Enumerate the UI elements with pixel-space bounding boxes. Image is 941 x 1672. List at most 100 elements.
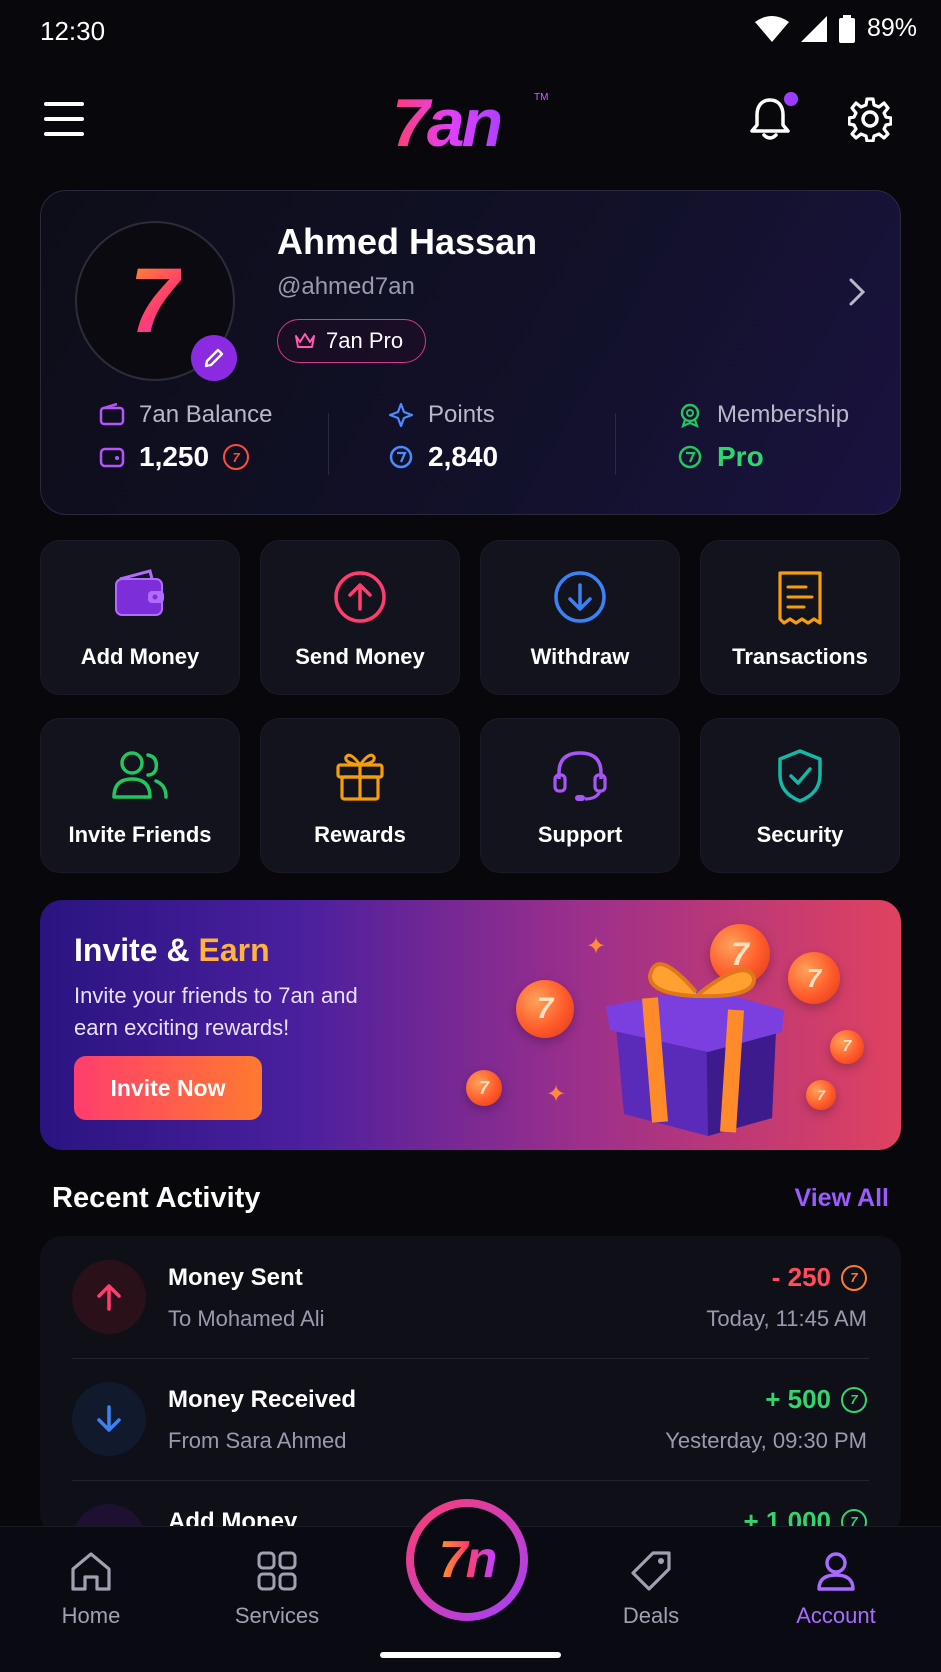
arrow-down-icon	[97, 1405, 121, 1432]
banner-title: Invite & Earn	[74, 932, 270, 968]
nav-deals-label: Deals	[622, 1603, 680, 1628]
logo-trademark: TM	[534, 92, 549, 103]
nav-services[interactable]: Services	[202, 1527, 352, 1647]
coin-icon: 7	[830, 1030, 864, 1064]
user-icon	[817, 1552, 855, 1591]
coin-icon: 7	[223, 444, 250, 470]
activity-title: Money Received	[168, 1386, 357, 1413]
stat-balance[interactable]: 7an Balance 1,250 7	[41, 401, 328, 501]
view-all-link[interactable]: View All	[795, 1184, 889, 1213]
stat-membership-value: Pro	[717, 441, 764, 472]
home-indicator[interactable]	[380, 1652, 561, 1658]
battery-percent: 89%	[866, 14, 917, 42]
coin-icon: 7	[841, 1264, 867, 1291]
chevron-right-icon[interactable]	[847, 277, 867, 307]
home-icon	[71, 1552, 111, 1591]
status-time: 12:30	[40, 16, 106, 46]
notification-dot	[784, 92, 798, 106]
stat-points-label: Points	[428, 401, 495, 428]
crown-icon	[295, 333, 315, 348]
activity-date: Yesterday, 09:30 PM	[665, 1428, 867, 1453]
recent-activity-title: Recent Activity	[52, 1182, 261, 1214]
activity-date: Today, 11:45 AM	[706, 1306, 867, 1331]
rewards-tile[interactable]: Rewards	[260, 718, 460, 873]
arrow-down-circle-icon	[554, 571, 606, 623]
pro-icon	[678, 445, 702, 469]
badge-icon	[680, 403, 700, 428]
receipt-icon	[778, 571, 822, 625]
nav-deals[interactable]: Deals	[576, 1527, 726, 1647]
tile-label: Withdraw	[530, 644, 630, 669]
invite-banner[interactable]: Invite & Earn Invite your friends to 7an…	[40, 900, 901, 1150]
stat-points-value: 2,840	[428, 441, 499, 472]
add-money-tile[interactable]: Add Money	[40, 540, 240, 695]
profile-card[interactable]: 7 Ahmed Hassan @ahmed7an 7an Pro 7an Bal…	[40, 190, 901, 515]
shield-icon	[778, 749, 822, 803]
coin-icon: 7	[806, 1080, 836, 1110]
fab-logo: 7n	[438, 1531, 498, 1589]
recent-activity-list: Money Sent To Mohamed Ali - 250 7 Today,…	[40, 1236, 901, 1536]
tile-label: Support	[537, 822, 623, 847]
pencil-icon	[204, 348, 224, 368]
menu-icon[interactable]	[44, 102, 84, 136]
home-fab-button[interactable]: 7n	[410, 1503, 524, 1617]
activity-icon	[72, 1382, 146, 1456]
tile-label: Rewards	[314, 822, 406, 847]
sparkle-icon: ✦	[546, 1081, 567, 1108]
invite-friends-tile[interactable]: Invite Friends	[40, 718, 240, 873]
signal-icon	[800, 15, 827, 42]
sparkle-icon	[388, 402, 414, 428]
security-tile[interactable]: Security	[700, 718, 900, 873]
tile-label: Transactions	[732, 644, 868, 669]
invite-now-button[interactable]: Invite Now	[74, 1056, 262, 1120]
stat-membership-label: Membership	[717, 401, 850, 428]
activity-title: Money Sent	[168, 1264, 303, 1291]
grid-icon	[257, 1551, 297, 1591]
banner-subtitle: Invite your friends to 7an and earn exci…	[74, 983, 358, 1040]
app-header: 7an TM	[0, 80, 941, 161]
tile-label: Add Money	[80, 644, 200, 669]
battery-icon	[838, 14, 855, 43]
activity-item[interactable]: Money Sent To Mohamed Ali - 250 7 Today,…	[40, 1236, 901, 1358]
edit-avatar-button[interactable]	[191, 335, 237, 381]
wallet-icon	[115, 569, 164, 616]
profile-handle: @ahmed7an	[277, 273, 415, 300]
status-bar: 12:30 89%	[0, 0, 941, 60]
arrow-up-circle-icon	[334, 571, 386, 623]
nav-services-label: Services	[234, 1603, 320, 1628]
app-logo: 7an	[392, 85, 503, 161]
nav-home[interactable]: Home	[16, 1527, 166, 1647]
stat-membership[interactable]: Membership Pro	[615, 401, 902, 501]
wifi-icon	[754, 15, 789, 42]
activity-icon	[72, 1260, 146, 1334]
gift-box-illustration	[606, 962, 784, 1136]
users-icon	[112, 751, 168, 799]
points-icon	[389, 445, 413, 469]
wallet-icon	[99, 447, 125, 468]
withdraw-tile[interactable]: Withdraw	[480, 540, 680, 695]
tier-label: 7an Pro	[326, 328, 404, 353]
tier-badge: 7an Pro	[277, 319, 427, 363]
activity-subtitle: To Mohamed Ali	[168, 1306, 325, 1331]
tile-label: Send Money	[295, 644, 425, 669]
transactions-tile[interactable]: Transactions	[700, 540, 900, 695]
activity-subtitle: From Sara Ahmed	[168, 1428, 347, 1453]
profile-name: Ahmed Hassan	[277, 221, 538, 262]
stat-points[interactable]: Points 2,840	[328, 401, 615, 501]
activity-item[interactable]: Money Received From Sara Ahmed + 500 7 Y…	[40, 1358, 901, 1480]
nav-home-label: Home	[61, 1603, 121, 1628]
gear-icon[interactable]	[848, 96, 892, 142]
arrow-up-icon	[97, 1284, 121, 1311]
gift-icon	[336, 753, 384, 801]
stat-balance-value: 1,250	[139, 441, 210, 472]
profile-stats: 7an Balance 1,250 7 Points 2,840 Members…	[41, 401, 902, 501]
stat-balance-label: 7an Balance	[139, 401, 273, 428]
nav-account-label: Account	[796, 1603, 876, 1628]
send-money-tile[interactable]: Send Money	[260, 540, 460, 695]
banner-title-accent: Earn	[198, 932, 270, 968]
support-tile[interactable]: Support	[480, 718, 680, 873]
nav-account[interactable]: Account	[761, 1527, 911, 1647]
activity-amount: + 500 7	[765, 1384, 867, 1415]
tile-label: Invite Friends	[68, 822, 212, 847]
headset-icon	[553, 751, 607, 801]
